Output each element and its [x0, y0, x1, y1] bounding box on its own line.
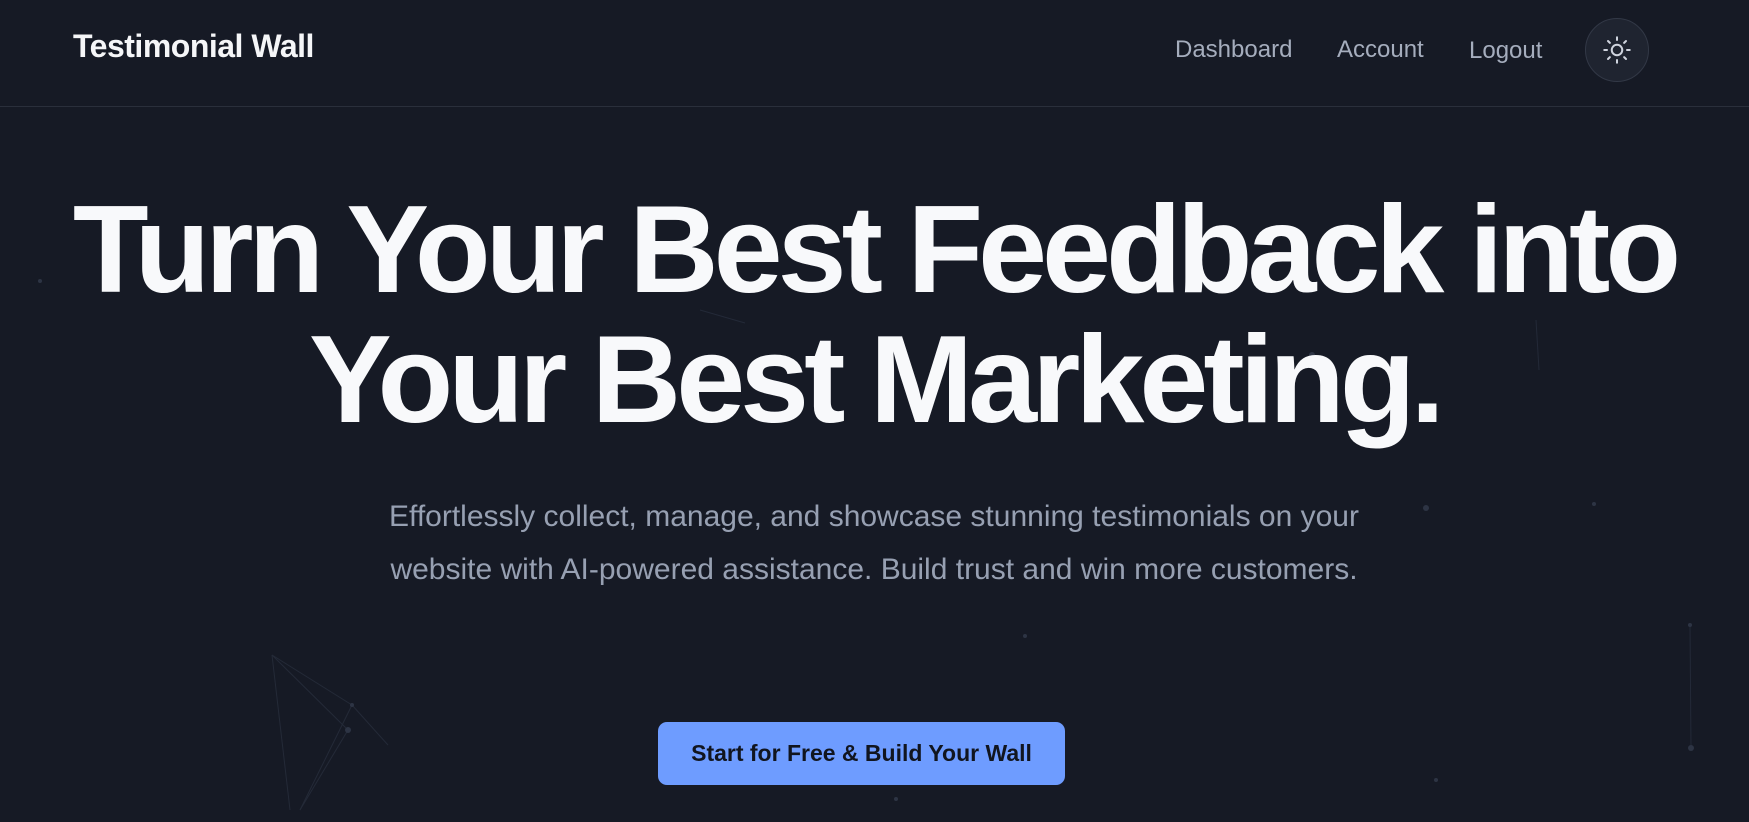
brand-logo-text[interactable]: Testimonial Wall [73, 28, 314, 65]
landing-page: Testimonial Wall Dashboard Account Logou… [0, 0, 1749, 822]
hero-title-line-1: Turn Your Best Feedback into [72, 181, 1681, 319]
nav-logout-link[interactable]: Logout [1469, 37, 1542, 65]
theme-toggle-button[interactable] [1585, 18, 1649, 82]
hero-title: Turn Your Best Feedback into Your Best M… [0, 185, 1749, 445]
sun-icon [1603, 36, 1631, 64]
top-navbar: Testimonial Wall Dashboard Account Logou… [0, 0, 1749, 107]
hero-subtitle: Effortlessly collect, manage, and showca… [389, 500, 1359, 586]
hero-title-line-2: Your Best Marketing. [308, 311, 1445, 449]
start-free-button[interactable]: Start for Free & Build Your Wall [658, 722, 1065, 785]
nav-dashboard-link[interactable]: Dashboard [1175, 36, 1292, 64]
nav-account-link[interactable]: Account [1337, 36, 1424, 64]
